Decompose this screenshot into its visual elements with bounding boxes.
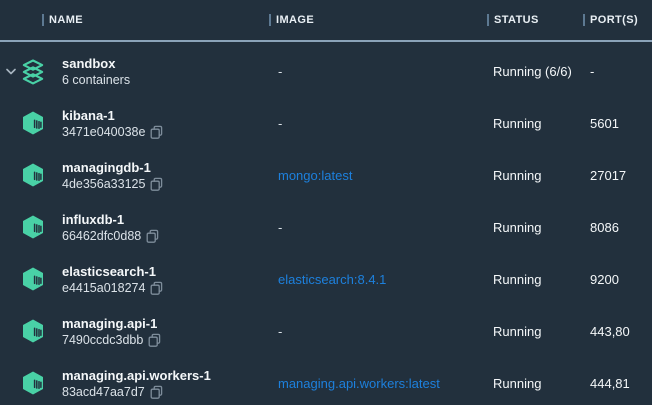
table-row[interactable]: kibana-1 3471e040038e - Running 5601 bbox=[0, 97, 652, 149]
container-cube-icon bbox=[22, 162, 44, 188]
row-subtitle-line: 6 containers bbox=[62, 72, 130, 88]
name-block: managing.api.workers-1 83acd47aa7d7 bbox=[62, 367, 211, 400]
name-block: influxdb-1 66462dfc0d88 bbox=[62, 211, 159, 244]
status-cell: Running bbox=[487, 220, 583, 235]
container-cube-icon bbox=[22, 214, 44, 240]
row-title: managing.api.workers-1 bbox=[62, 367, 211, 384]
container-cube-icon bbox=[22, 266, 44, 292]
name-cell: influxdb-1 66462dfc0d88 bbox=[0, 201, 269, 253]
image-cell: - bbox=[269, 64, 487, 79]
copy-icon[interactable] bbox=[150, 281, 163, 295]
row-subtitle: 7490ccdc3dbb bbox=[62, 332, 143, 348]
table-row[interactable]: managing.api-1 7490ccdc3dbb - Running 44… bbox=[0, 305, 652, 357]
row-subtitle-line: 3471e040038e bbox=[62, 124, 163, 140]
column-divider bbox=[487, 14, 489, 26]
name-block: sandbox 6 containers bbox=[62, 55, 130, 88]
ports-cell: 5601 bbox=[583, 116, 652, 131]
stack-icon bbox=[22, 58, 44, 84]
container-cube-icon bbox=[22, 110, 44, 136]
name-block: managing.api-1 7490ccdc3dbb bbox=[62, 315, 161, 348]
table-row[interactable]: managingdb-1 4de356a33125 mongo:latest R… bbox=[0, 149, 652, 201]
row-subtitle-line: 4de356a33125 bbox=[62, 176, 163, 192]
ports-cell: 27017 bbox=[583, 168, 652, 183]
row-subtitle-line: 66462dfc0d88 bbox=[62, 228, 159, 244]
copy-icon[interactable] bbox=[150, 177, 163, 191]
image-cell-text: - bbox=[278, 220, 282, 235]
container-cube-icon bbox=[22, 318, 44, 344]
row-title: elasticsearch-1 bbox=[62, 263, 163, 280]
table-row[interactable]: influxdb-1 66462dfc0d88 - Running 8086 bbox=[0, 201, 652, 253]
image-cell: - bbox=[269, 220, 487, 235]
image-cell-text: - bbox=[278, 324, 282, 339]
row-subtitle-line: 83acd47aa7d7 bbox=[62, 384, 211, 400]
row-title: managingdb-1 bbox=[62, 159, 163, 176]
row-subtitle: 83acd47aa7d7 bbox=[62, 384, 145, 400]
name-block: kibana-1 3471e040038e bbox=[62, 107, 163, 140]
ports-cell: 8086 bbox=[583, 220, 652, 235]
name-cell: sandbox 6 containers bbox=[0, 45, 269, 97]
image-cell: - bbox=[269, 324, 487, 339]
name-block: elasticsearch-1 e4415a018274 bbox=[62, 263, 163, 296]
column-header-name-label: NAME bbox=[49, 14, 83, 26]
ports-cell: 443,80 bbox=[583, 324, 652, 339]
container-cube-icon bbox=[22, 370, 44, 396]
row-subtitle: e4415a018274 bbox=[62, 280, 145, 296]
copy-icon[interactable] bbox=[150, 125, 163, 139]
copy-icon[interactable] bbox=[148, 333, 161, 347]
row-title: sandbox bbox=[62, 55, 130, 72]
row-title: influxdb-1 bbox=[62, 211, 159, 228]
image-cell-text[interactable]: managing.api.workers:latest bbox=[278, 376, 440, 391]
column-header-status[interactable]: STATUS bbox=[487, 14, 583, 26]
chevron-down-icon[interactable] bbox=[0, 68, 22, 75]
table-row[interactable]: sandbox 6 containers - Running (6/6) - bbox=[0, 45, 652, 97]
image-cell: - bbox=[269, 116, 487, 131]
image-cell-text[interactable]: mongo:latest bbox=[278, 168, 352, 183]
container-rows: sandbox 6 containers - Running (6/6) - bbox=[0, 42, 652, 405]
status-cell: Running bbox=[487, 272, 583, 287]
image-cell-text[interactable]: elasticsearch:8.4.1 bbox=[278, 272, 386, 287]
ports-cell: 9200 bbox=[583, 272, 652, 287]
name-cell: managing.api-1 7490ccdc3dbb bbox=[0, 305, 269, 357]
ports-cell: - bbox=[583, 64, 652, 79]
column-header-ports[interactable]: PORT(S) bbox=[583, 14, 652, 26]
image-cell-text: - bbox=[278, 116, 282, 131]
image-cell: mongo:latest bbox=[269, 168, 487, 183]
table-header: NAME IMAGE STATUS PORT(S) bbox=[0, 0, 652, 42]
name-block: managingdb-1 4de356a33125 bbox=[62, 159, 163, 192]
status-cell: Running bbox=[487, 116, 583, 131]
table-row[interactable]: elasticsearch-1 e4415a018274 elasticsear… bbox=[0, 253, 652, 305]
column-divider bbox=[583, 14, 585, 26]
table-row[interactable]: managing.api.workers-1 83acd47aa7d7 mana… bbox=[0, 357, 652, 405]
row-subtitle: 3471e040038e bbox=[62, 124, 145, 140]
row-subtitle: 66462dfc0d88 bbox=[62, 228, 141, 244]
image-cell: elasticsearch:8.4.1 bbox=[269, 272, 487, 287]
column-header-ports-label: PORT(S) bbox=[590, 14, 638, 26]
column-header-image[interactable]: IMAGE bbox=[269, 14, 487, 26]
row-title: managing.api-1 bbox=[62, 315, 161, 332]
copy-icon[interactable] bbox=[146, 229, 159, 243]
row-title: kibana-1 bbox=[62, 107, 163, 124]
name-cell: kibana-1 3471e040038e bbox=[0, 97, 269, 149]
column-header-image-label: IMAGE bbox=[276, 14, 314, 26]
image-cell-text: - bbox=[278, 64, 282, 79]
ports-cell: 444,81 bbox=[583, 376, 652, 391]
column-divider bbox=[42, 14, 44, 26]
status-cell: Running bbox=[487, 324, 583, 339]
name-cell: elasticsearch-1 e4415a018274 bbox=[0, 253, 269, 305]
status-cell: Running bbox=[487, 376, 583, 391]
image-cell: managing.api.workers:latest bbox=[269, 376, 487, 391]
row-subtitle: 6 containers bbox=[62, 72, 130, 88]
name-cell: managing.api.workers-1 83acd47aa7d7 bbox=[0, 357, 269, 405]
row-subtitle-line: e4415a018274 bbox=[62, 280, 163, 296]
row-subtitle-line: 7490ccdc3dbb bbox=[62, 332, 161, 348]
column-header-name[interactable]: NAME bbox=[0, 14, 269, 26]
row-subtitle: 4de356a33125 bbox=[62, 176, 145, 192]
column-header-status-label: STATUS bbox=[494, 14, 539, 26]
status-cell: Running (6/6) bbox=[487, 64, 583, 79]
column-divider bbox=[269, 14, 271, 26]
copy-icon[interactable] bbox=[150, 385, 163, 399]
name-cell: managingdb-1 4de356a33125 bbox=[0, 149, 269, 201]
status-cell: Running bbox=[487, 168, 583, 183]
